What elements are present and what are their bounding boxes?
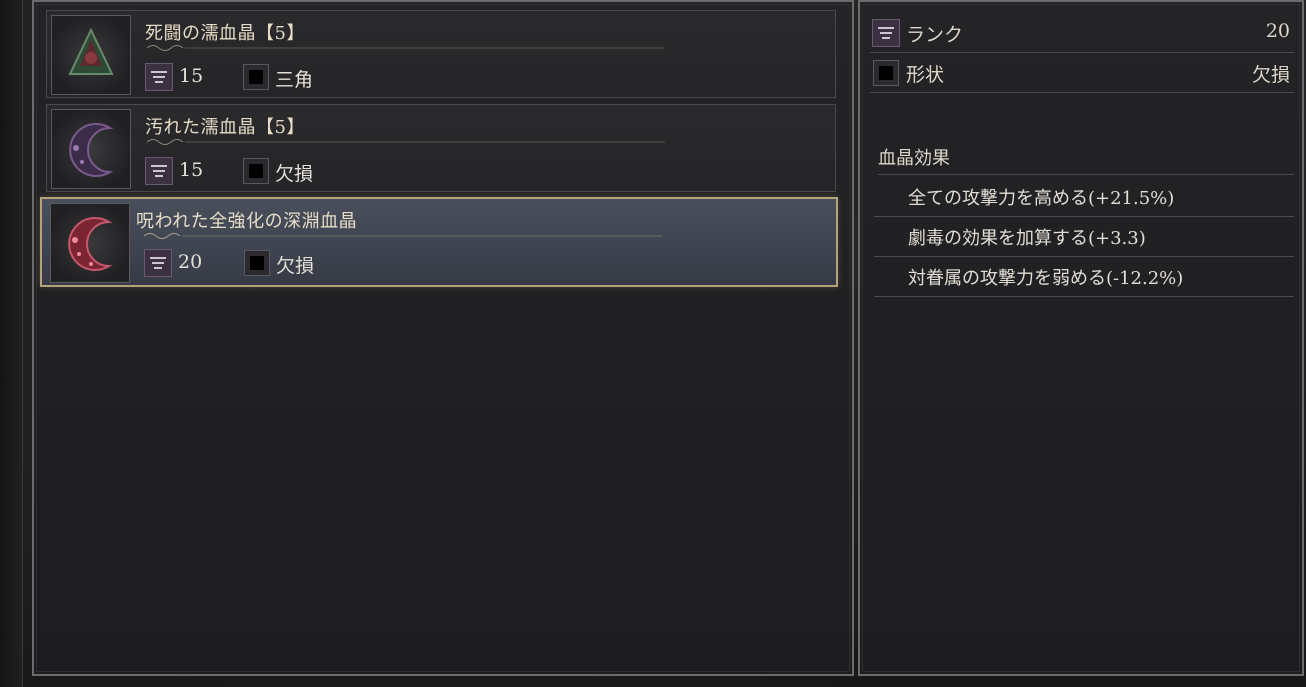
title-flourish: [143, 233, 662, 239]
gem-detail-panel: [858, 0, 1304, 676]
rank-icon: [144, 249, 172, 277]
rank-value: 20: [1265, 20, 1290, 42]
gem-title: 汚れた濡血晶【5】: [145, 117, 305, 138]
effect-row: 全ての攻撃力を高める(+21.5%): [874, 176, 1294, 217]
shape-icon: [873, 60, 899, 86]
rank-icon: [145, 157, 173, 185]
title-flourish: [146, 45, 665, 51]
shape-icon: [243, 158, 269, 184]
effects-section-title: 血晶効果: [878, 144, 1294, 175]
effect-text: 全ての攻撃力を高める(+21.5%): [908, 188, 1175, 209]
shape-value: 欠損: [275, 163, 314, 185]
gem-title: 呪われた全強化の深淵血晶: [136, 211, 358, 232]
rank-value: 20: [178, 251, 203, 273]
title-flourish: [146, 139, 665, 145]
effect-row: 対眷属の攻撃力を弱める(-12.2%): [874, 256, 1294, 297]
shape-value: 欠損: [1251, 64, 1290, 86]
effect-text: 対眷属の攻撃力を弱める(-12.2%): [908, 268, 1184, 289]
rank-icon: [145, 63, 173, 91]
effect-text: 劇毒の効果を加算する(+3.3): [908, 228, 1146, 249]
left-edge-panel: [0, 0, 23, 687]
shape-label: 形状: [906, 64, 945, 86]
gem-list-item[interactable]: 汚れた濡血晶【5】 15 欠損: [46, 104, 836, 192]
shape-stat-row: 形状 欠損: [870, 54, 1294, 93]
shape-icon: [243, 64, 269, 90]
shape-icon: [244, 250, 270, 276]
crescent-gem-icon: [50, 203, 130, 283]
shape-value: 三角: [275, 69, 314, 91]
rank-stat-row: ランク 20: [870, 14, 1294, 53]
effect-row: 劇毒の効果を加算する(+3.3): [874, 216, 1294, 257]
triangle-gem-icon: [51, 15, 131, 95]
gem-title: 死闘の濡血晶【5】: [145, 23, 305, 44]
shape-value: 欠損: [276, 255, 315, 277]
rank-value: 15: [179, 65, 204, 87]
gem-list-panel: [32, 0, 854, 676]
rank-value: 15: [179, 159, 204, 181]
rank-icon: [872, 19, 900, 47]
gem-list-item[interactable]: 死闘の濡血晶【5】 15 三角: [46, 10, 836, 98]
rank-label: ランク: [906, 24, 964, 46]
gem-list-item-selected[interactable]: 呪われた全強化の深淵血晶 20 欠損: [40, 197, 838, 287]
crescent-gem-icon: [51, 109, 131, 189]
